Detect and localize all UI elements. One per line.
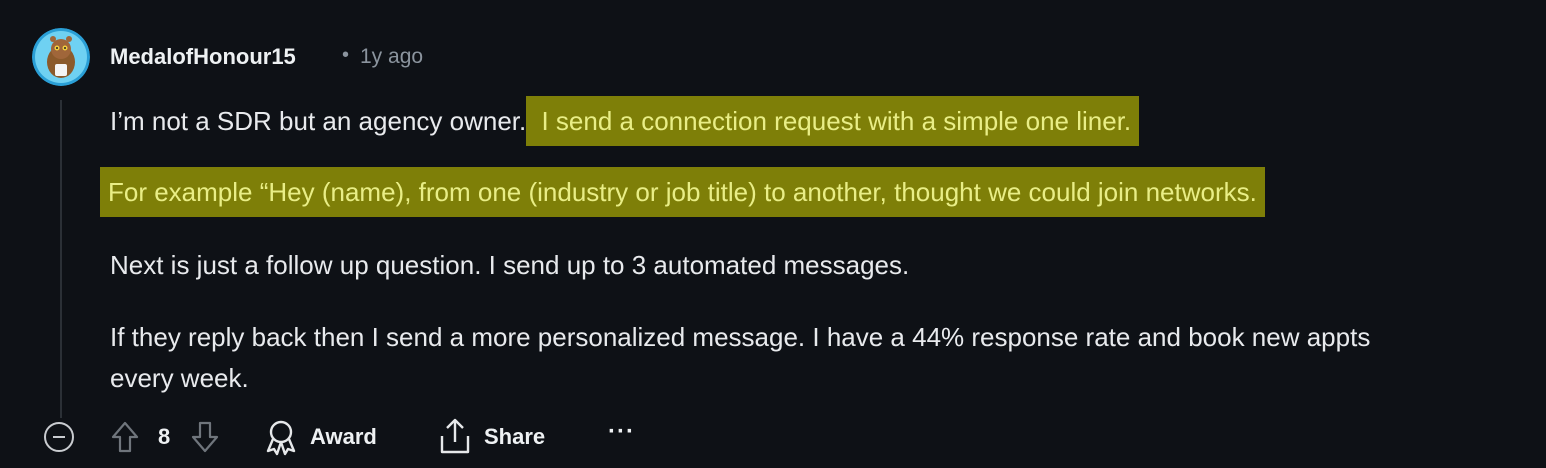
username[interactable]: MedalofHonour15 <box>110 44 296 70</box>
award-icon <box>266 420 296 456</box>
highlighted-text: For example “Hey (name), from one (indus… <box>100 167 1265 217</box>
avatar-icon <box>32 28 90 86</box>
vote-count: 8 <box>158 424 171 449</box>
comment-action-bar: 8 Award Share ··· <box>0 410 1546 466</box>
highlighted-text: I send a connection request with a simpl… <box>526 96 1140 146</box>
share-label: Share <box>484 424 546 449</box>
comment-paragraph-4-line-1: If they reply back then I send a more pe… <box>110 322 1371 352</box>
separator-dot: • <box>342 44 350 66</box>
downvote-icon[interactable] <box>190 420 220 454</box>
comment-paragraph-4-line-2: every week. <box>110 363 249 393</box>
timestamp[interactable]: 1y ago <box>360 45 423 69</box>
award-label: Award <box>310 424 377 449</box>
comment-paragraph-2: For example “Hey (name), from one (indus… <box>100 167 1265 217</box>
comment-paragraph-1: I’m not a SDR but an agency owner. I sen… <box>110 96 1140 146</box>
user-avatar[interactable] <box>32 28 90 86</box>
share-icon <box>440 418 470 454</box>
upvote-icon[interactable] <box>110 420 140 454</box>
comment-paragraph-3: Next is just a follow up question. I sen… <box>110 250 910 280</box>
paragraph-text: I’m not a SDR but an agency owner. <box>110 106 527 136</box>
collapse-thread-button[interactable] <box>44 422 74 452</box>
thread-line <box>60 100 62 418</box>
more-options-button[interactable]: ··· <box>608 418 635 446</box>
